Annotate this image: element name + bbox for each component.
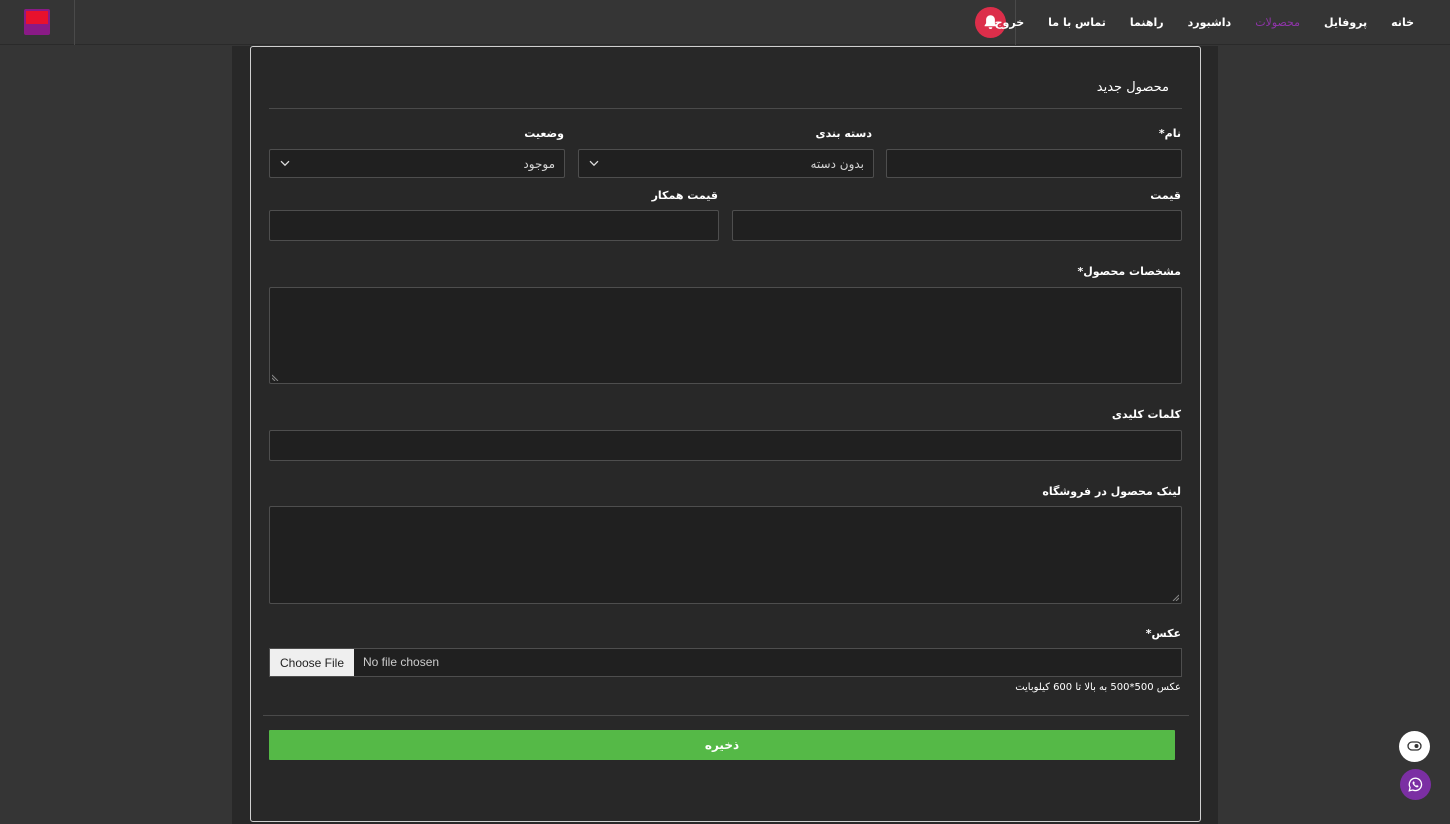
store-link-textarea[interactable] (269, 506, 1182, 604)
nav-contact[interactable]: تماس با ما (1048, 16, 1106, 29)
app-logo[interactable] (24, 9, 50, 35)
nav-dashboard[interactable]: داشبورد (1188, 16, 1232, 29)
price-input[interactable] (732, 210, 1182, 241)
status-selected-value: موجود (523, 157, 555, 171)
status-select[interactable]: موجود (269, 149, 565, 178)
specs-textarea[interactable] (269, 287, 1182, 384)
nav-menu: خانه پروفایل محصولات داشبورد راهنما تماس با م… (971, 0, 1414, 45)
partner-price-input[interactable] (269, 210, 719, 241)
nav-home[interactable]: خانه (1391, 16, 1414, 29)
choose-file-button[interactable]: Choose File (270, 649, 354, 676)
keywords-label: کلمات کلیدی (1111, 408, 1181, 421)
page-title: محصول جدید (1096, 80, 1169, 95)
new-product-card: محصول جدید نام* دسته بندی بدون دسته وضعی… (250, 46, 1201, 822)
nav-profile[interactable]: پروفایل (1324, 16, 1367, 29)
footer-divider (263, 715, 1189, 716)
logo-area (0, 0, 75, 45)
status-label: وضعیت (524, 127, 564, 140)
nav-logout[interactable]: خروج (995, 16, 1025, 29)
visibility-toggle-button[interactable] (1399, 731, 1430, 762)
store-link-label: لینک محصول در فروشگاه (1042, 485, 1181, 498)
category-selected-value: بدون دسته (810, 157, 864, 171)
whatsapp-icon (1408, 777, 1423, 792)
partner-price-label: قیمت همکار (651, 189, 718, 202)
price-label: قیمت (1150, 189, 1181, 202)
resize-grip-icon[interactable] (1172, 594, 1179, 601)
top-navbar: خانه پروفایل محصولات داشبورد راهنما تماس با م… (0, 0, 1450, 45)
specs-label: مشخصات محصول* (1077, 265, 1181, 278)
nav-products[interactable]: محصولات (1255, 16, 1300, 29)
nav-help[interactable]: راهنما (1130, 16, 1164, 29)
whatsapp-chat-button[interactable] (1400, 769, 1431, 800)
resize-grip-icon[interactable] (272, 374, 279, 381)
chevron-down-icon (280, 160, 290, 167)
category-select[interactable]: بدون دسته (578, 149, 874, 178)
category-label: دسته بندی (815, 127, 872, 140)
name-label: نام* (1158, 127, 1181, 140)
image-hint: عکس 500*500 به بالا تا 600 کیلوبایت (1015, 682, 1181, 693)
file-status-text: No file chosen (363, 655, 440, 669)
eye-icon (1407, 741, 1422, 751)
chevron-down-icon (589, 160, 599, 167)
keywords-input[interactable] (269, 430, 1182, 461)
title-divider (269, 108, 1182, 109)
name-input[interactable] (886, 149, 1182, 178)
save-button[interactable]: ذخیره (269, 730, 1175, 760)
image-file-input[interactable]: Choose File No file chosen (269, 648, 1182, 677)
image-label: عکس* (1145, 627, 1181, 640)
